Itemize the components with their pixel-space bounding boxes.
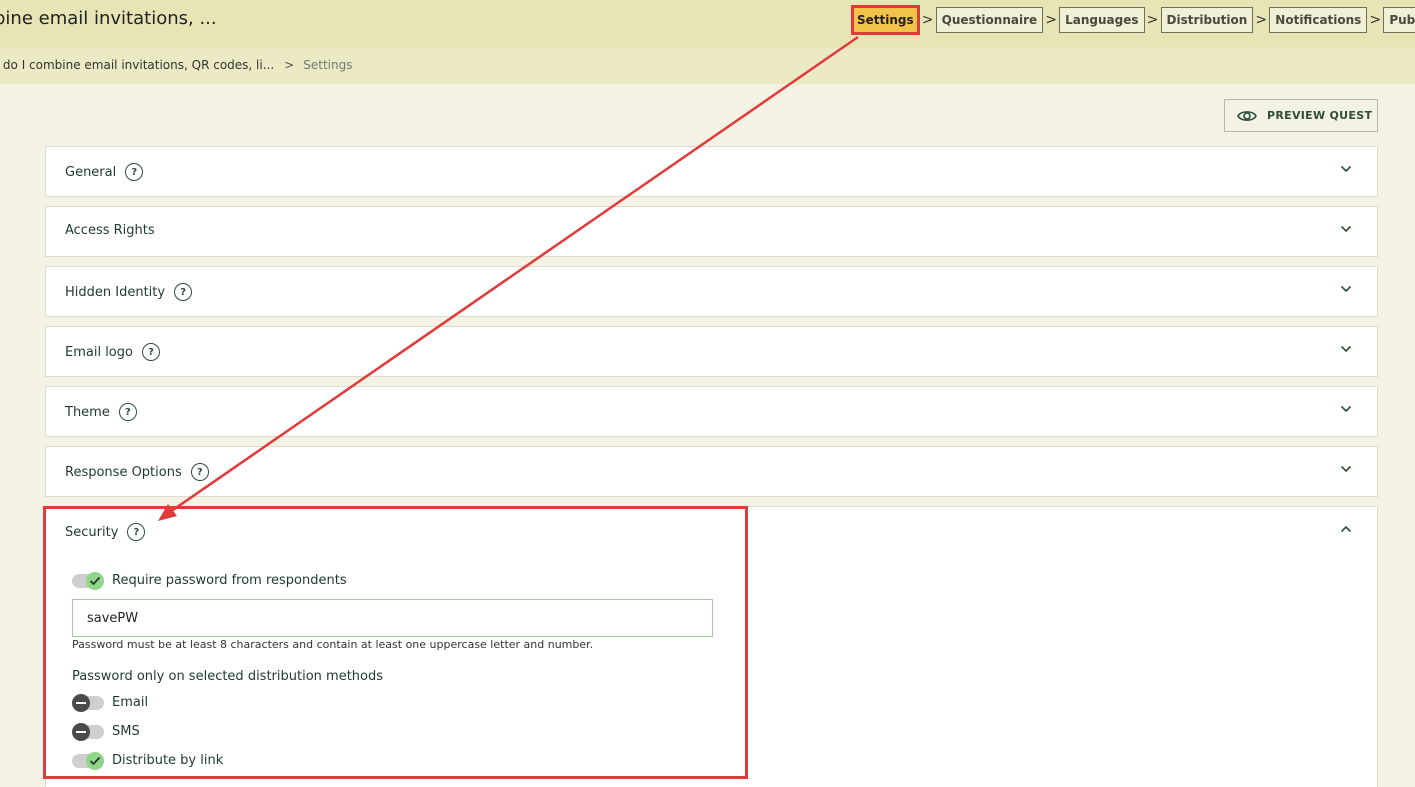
eye-icon xyxy=(1237,110,1257,121)
step-notifications[interactable]: Notifications xyxy=(1269,7,1368,33)
top-bar: bine email invitations, ... Settings > Q… xyxy=(0,0,1415,48)
breadcrumb: v do I combine email invitations, QR cod… xyxy=(0,58,352,72)
chevron-down-icon[interactable] xyxy=(1340,285,1352,293)
step-navigation: Settings > Questionnaire > Languages > D… xyxy=(851,5,1415,35)
step-languages[interactable]: Languages xyxy=(1059,7,1145,33)
breadcrumb-current: Settings xyxy=(303,58,353,72)
step-questionnaire[interactable]: Questionnaire xyxy=(935,7,1044,33)
help-icon[interactable]: ? xyxy=(174,283,193,301)
panel-label: Access Rights xyxy=(65,223,155,238)
help-icon[interactable]: ? xyxy=(190,463,209,481)
panel-title-theme: Theme ? xyxy=(65,403,137,421)
chevron-down-icon[interactable] xyxy=(1340,225,1352,233)
preview-quest-button[interactable]: PREVIEW QUEST xyxy=(1224,99,1378,132)
step-separator: > xyxy=(1045,12,1057,28)
panel-theme[interactable]: Theme ? xyxy=(45,386,1378,437)
panel-label: Response Options xyxy=(65,464,182,480)
chevron-down-icon[interactable] xyxy=(1340,465,1352,473)
step-settings[interactable]: Settings xyxy=(851,5,920,35)
security-highlight-box xyxy=(43,506,748,779)
panel-hidden-identity[interactable]: Hidden Identity ? xyxy=(45,266,1378,317)
panel-label: Email logo xyxy=(65,344,133,360)
chevron-down-icon[interactable] xyxy=(1340,345,1352,353)
step-publish[interactable]: Publish xyxy=(1383,7,1415,33)
step-separator: > xyxy=(1255,12,1268,28)
panel-title-email-logo: Email logo ? xyxy=(65,343,160,361)
breadcrumb-bar: v do I combine email invitations, QR cod… xyxy=(0,48,1415,84)
step-distribution[interactable]: Distribution xyxy=(1160,7,1254,33)
panel-title-general: General ? xyxy=(65,163,144,181)
panel-title-access-rights: Access Rights xyxy=(65,223,155,238)
chevron-down-icon[interactable] xyxy=(1340,165,1352,173)
chevron-up-icon[interactable] xyxy=(1340,525,1352,533)
panel-label: Theme xyxy=(65,404,110,420)
chevron-down-icon[interactable] xyxy=(1340,405,1352,413)
preview-quest-label: PREVIEW QUEST xyxy=(1267,109,1373,122)
step-separator: > xyxy=(921,12,934,28)
help-icon[interactable]: ? xyxy=(141,343,160,361)
panel-label: Hidden Identity xyxy=(65,284,166,300)
step-separator: > xyxy=(1369,12,1382,28)
breadcrumb-parent[interactable]: v do I combine email invitations, QR cod… xyxy=(0,58,274,72)
help-icon[interactable]: ? xyxy=(125,163,144,181)
step-separator: > xyxy=(1146,12,1159,28)
chevron-right-icon: > xyxy=(284,58,295,72)
panel-email-logo[interactable]: Email logo ? xyxy=(45,326,1378,377)
panel-title-hidden-identity: Hidden Identity ? xyxy=(65,283,193,301)
help-icon[interactable]: ? xyxy=(118,403,137,421)
panel-access-rights[interactable]: Access Rights xyxy=(45,206,1378,257)
page-title: bine email invitations, ... xyxy=(0,8,217,29)
panel-label: General xyxy=(65,164,117,180)
panel-response-options[interactable]: Response Options ? xyxy=(45,446,1378,497)
panel-title-response-options: Response Options ? xyxy=(65,463,209,481)
panel-general[interactable]: General ? xyxy=(45,146,1378,197)
